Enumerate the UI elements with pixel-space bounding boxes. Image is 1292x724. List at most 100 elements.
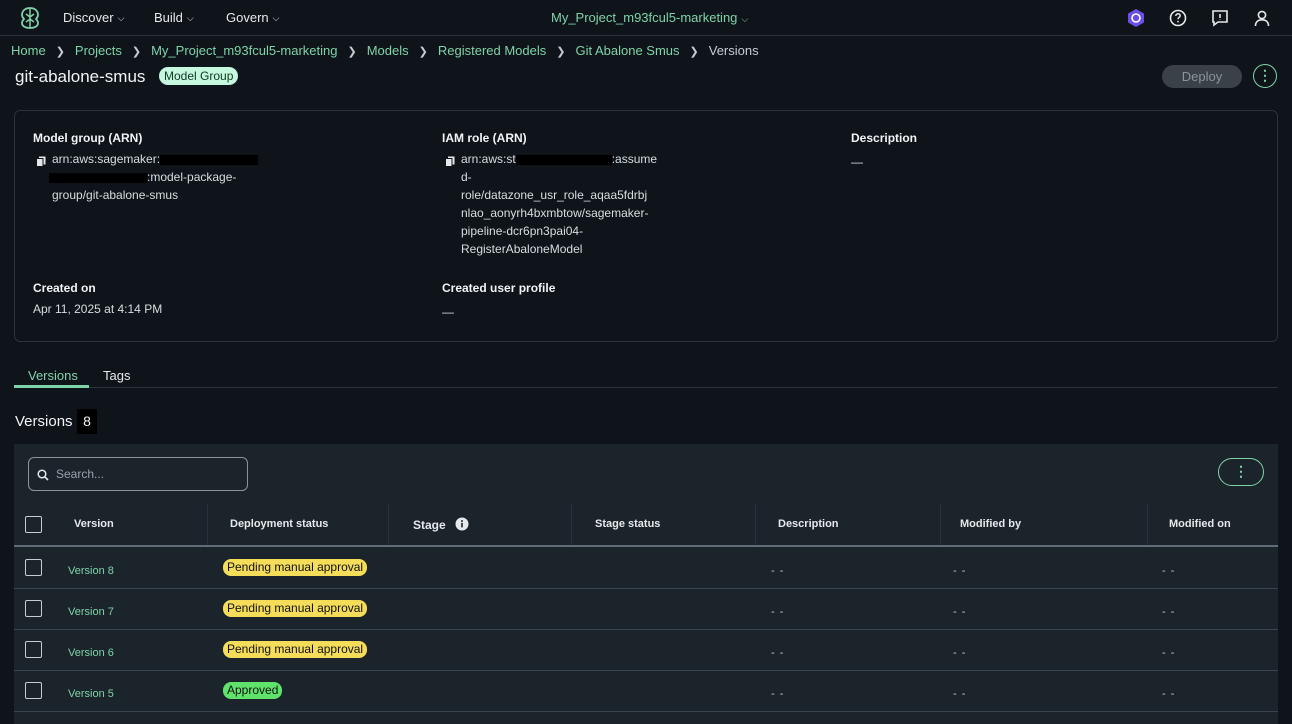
chevron-down-icon: ⌵	[186, 13, 194, 23]
chevron-down-icon: ⌵	[272, 13, 280, 23]
column-header-modified-on[interactable]: Modified on	[1169, 518, 1231, 530]
amazon-q-icon[interactable]	[1125, 7, 1147, 29]
version-link[interactable]: Version 8	[68, 565, 114, 577]
version-link[interactable]: Version 6	[68, 647, 114, 659]
nav-build[interactable]: Build ⌵	[154, 10, 194, 25]
search-field[interactable]	[28, 457, 248, 491]
more-actions-button[interactable]: ⋮	[1253, 64, 1277, 88]
modified-on-cell: - -	[1162, 688, 1176, 700]
redaction-bar	[49, 172, 147, 183]
tab-versions[interactable]: Versions	[28, 368, 78, 383]
column-header-stage-status[interactable]: Stage status	[595, 518, 660, 530]
iam-role-arn-line: RegisterAbaloneModel	[461, 242, 583, 256]
chevron-right-icon: ❯	[55, 46, 65, 58]
user-profile-icon[interactable]	[1251, 7, 1273, 29]
column-header-description[interactable]: Description	[778, 518, 839, 530]
copy-icon[interactable]	[445, 156, 455, 167]
row-divider	[14, 629, 1278, 630]
copy-icon[interactable]	[36, 156, 46, 167]
deploy-button[interactable]: Deploy	[1162, 65, 1242, 88]
modified-by-cell: - -	[953, 647, 967, 659]
column-header-modified-by[interactable]: Modified by	[960, 518, 1021, 530]
search-input[interactable]	[56, 465, 241, 483]
modified-by-cell: - -	[953, 565, 967, 577]
deployment-status-badge: Pending manual approval	[223, 559, 368, 576]
column-divider	[207, 504, 208, 546]
search-icon	[37, 469, 49, 481]
chevron-right-icon: ❯	[347, 46, 357, 58]
column-header-stage[interactable]: Stage	[413, 517, 469, 532]
column-divider	[571, 504, 572, 546]
chevron-down-icon: ⌵	[117, 13, 125, 23]
deployment-status-badge: Pending manual approval	[223, 641, 368, 658]
column-header-version[interactable]: Version	[74, 518, 114, 530]
row-checkbox[interactable]	[25, 682, 42, 699]
iam-role-arn-line: pipeline-dcr6pn3pai04-	[461, 224, 584, 238]
created-user-profile-value: —	[442, 305, 454, 319]
nav-discover-label: Discover	[63, 10, 114, 25]
modified-on-cell: - -	[1162, 565, 1176, 577]
column-divider	[940, 504, 941, 546]
iam-role-arn-label: IAM role (ARN)	[442, 131, 527, 145]
model-group-arn-value: arn:aws:sagemaker: :model-package- group…	[49, 150, 282, 204]
chevron-right-icon: ❯	[418, 46, 428, 58]
top-navigation-bar: Discover ⌵ Build ⌵ Govern ⌵ My_Project_m93f…	[0, 0, 1292, 36]
chevron-right-icon: ❯	[131, 46, 142, 58]
model-group-arn-line2: :model-package-	[147, 170, 237, 184]
row-divider	[14, 670, 1278, 671]
help-icon[interactable]	[1167, 7, 1189, 29]
row-divider	[14, 711, 1278, 712]
breadcrumb-current: Versions	[708, 43, 759, 58]
project-selector[interactable]: My_Project_m93fcul5-marketing ⌵	[551, 10, 748, 25]
description-cell: - -	[771, 565, 785, 577]
versions-table: ⋮ Version Deployment status Stage Stage …	[14, 444, 1278, 724]
breadcrumb-models[interactable]: Models	[367, 43, 409, 58]
breadcrumb: Home ❯ Projects ❯ My_Project_m93fcul5-market…	[11, 43, 759, 59]
row-checkbox[interactable]	[25, 559, 42, 576]
nav-discover[interactable]: Discover ⌵	[63, 10, 124, 25]
description-value: —	[851, 155, 863, 169]
breadcrumb-home[interactable]: Home	[11, 43, 46, 58]
active-tab-indicator	[14, 385, 89, 388]
modified-on-cell: - -	[1162, 606, 1176, 618]
table-actions-button[interactable]: ⋮	[1218, 458, 1264, 486]
info-icon[interactable]	[455, 517, 469, 531]
breadcrumb-model-group[interactable]: Git Abalone Smus	[575, 43, 679, 58]
row-divider	[14, 588, 1278, 589]
description-cell: - -	[771, 606, 785, 618]
nav-build-label: Build	[154, 10, 183, 25]
breadcrumb-project[interactable]: My_Project_m93fcul5-marketing	[151, 43, 337, 58]
row-checkbox[interactable]	[25, 641, 42, 658]
nav-govern[interactable]: Govern ⌵	[226, 10, 279, 25]
column-divider	[388, 504, 389, 546]
select-all-checkbox[interactable]	[25, 516, 42, 533]
iam-role-arn-line: nlao_aonyrh4bxmbtow/sagemaker-	[461, 206, 649, 220]
chevron-right-icon: ❯	[556, 46, 566, 58]
project-selector-label: My_Project_m93fcul5-marketing	[551, 10, 738, 25]
tab-bar: Versions Tags	[14, 366, 1278, 388]
chevron-right-icon: ❯	[689, 46, 699, 58]
tab-tags[interactable]: Tags	[103, 368, 130, 383]
description-cell: - -	[771, 647, 785, 659]
iam-role-arn-prefix: arn:aws:st	[461, 152, 516, 166]
row-checkbox[interactable]	[25, 600, 42, 617]
version-link[interactable]: Version 5	[68, 688, 114, 700]
version-link[interactable]: Version 7	[68, 606, 114, 618]
versions-heading: Versions	[15, 413, 73, 430]
column-header-deployment-status[interactable]: Deployment status	[230, 518, 328, 530]
modified-by-cell: - -	[953, 606, 967, 618]
breadcrumb-registered-models[interactable]: Registered Models	[438, 43, 546, 58]
versions-count-badge: 8	[77, 409, 97, 434]
sagemaker-logo-icon[interactable]	[18, 6, 42, 30]
model-group-arn-line1: arn:aws:sagemaker:	[52, 152, 161, 166]
page-title: git-abalone-smus	[15, 67, 146, 86]
feedback-icon[interactable]	[1209, 7, 1231, 29]
deployment-status-badge: Approved	[223, 682, 283, 699]
created-on-value: Apr 11, 2025 at 4:14 PM	[33, 302, 163, 316]
header-divider	[14, 545, 1278, 547]
column-divider	[755, 504, 756, 546]
breadcrumb-projects[interactable]: Projects	[75, 43, 122, 58]
deployment-status-badge: Pending manual approval	[223, 600, 368, 617]
model-group-arn-line3: group/git-abalone-smus	[52, 188, 179, 202]
iam-role-arn-suffix: :assume	[611, 152, 658, 166]
